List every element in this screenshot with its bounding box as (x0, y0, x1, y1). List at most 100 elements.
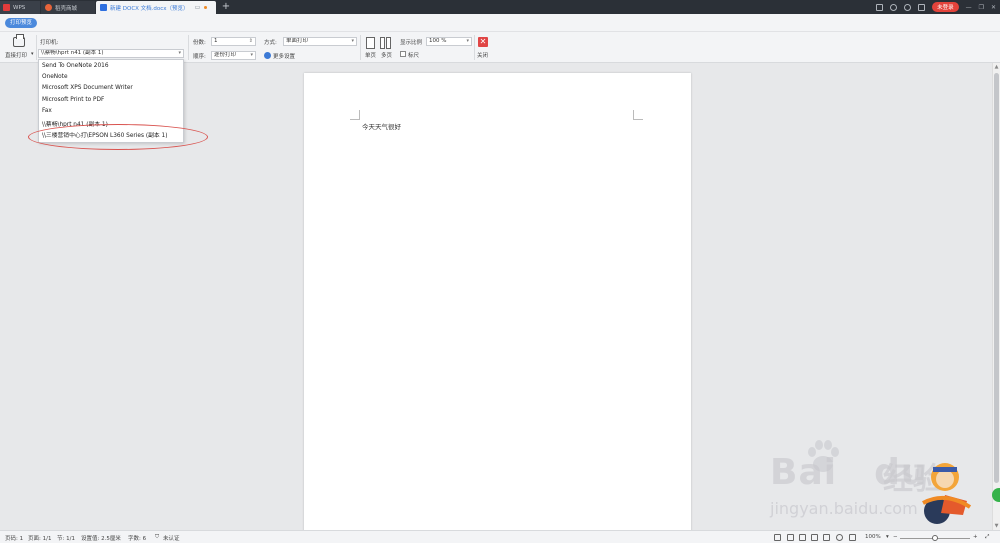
status-bar: 页码: 1 页面: 1/1 节: 1/1 设置值: 2.5厘米 字数: 6 ⛉ … (0, 530, 1000, 543)
tab-print-preview[interactable]: 打印预览 (5, 18, 38, 28)
new-tab-button[interactable]: + (220, 1, 232, 13)
multi-page-icon[interactable] (380, 37, 385, 49)
copies-value: 1 (214, 38, 218, 44)
divider (474, 35, 475, 60)
page-view-icon[interactable] (811, 534, 818, 541)
printer-label: 打印机: (40, 40, 59, 46)
printer-option[interactable]: Fax (42, 108, 52, 114)
margin-corner-mark (633, 110, 643, 120)
mode-select[interactable]: 单面打印 ▾ (283, 37, 357, 46)
zoom-ratio-label: 显示比例 (400, 40, 423, 46)
fit-window-icon[interactable]: ⤢ (985, 534, 989, 541)
printer-option[interactable]: Microsoft Print to PDF (42, 97, 104, 103)
vertical-scrollbar[interactable]: ▲ ▼ (992, 63, 1000, 530)
outline-view-icon[interactable] (823, 534, 830, 541)
scroll-down-icon[interactable]: ▼ (993, 523, 1000, 529)
side-widget-icon[interactable] (992, 488, 1000, 502)
single-page-icon[interactable] (366, 37, 375, 49)
multi-page-button[interactable]: 多页 (381, 51, 392, 59)
tab-docer-store[interactable]: 稻壳商城 (41, 1, 95, 14)
chevron-down-icon: ▾ (466, 38, 469, 44)
status-pages: 页面: 1/1 (28, 536, 52, 542)
minimize-icon[interactable]: — (966, 4, 972, 11)
printer-option[interactable]: Microsoft XPS Document Writer (42, 85, 133, 91)
close-preview-icon[interactable]: ✕ (478, 37, 488, 47)
more-settings-link[interactable]: 更多设置 (273, 52, 295, 60)
printer-select[interactable]: \\蔡畅\hprt n41 (副本 1) ▾ (38, 49, 184, 58)
chevron-down-icon: ▾ (351, 38, 354, 44)
status-section: 节: 1/1 (57, 536, 75, 542)
shield-icon: ⛉ (155, 534, 160, 540)
more-settings-icon[interactable] (264, 52, 271, 59)
screen-icon[interactable]: ▭ (195, 4, 201, 11)
divider (360, 35, 361, 60)
status-auth[interactable]: 未认证 (163, 534, 180, 542)
tab-label: WPS (13, 4, 26, 11)
skin-icon[interactable] (904, 3, 912, 11)
status-zoom[interactable]: 100% (865, 534, 881, 540)
status-setting[interactable]: 设置值: 2.5厘米 (81, 534, 121, 542)
status-page: 页码: 1 (5, 536, 24, 542)
tab-wps[interactable]: WPS (0, 1, 40, 14)
annotation-ellipse (28, 124, 208, 150)
single-page-button[interactable]: 单页 (365, 51, 376, 59)
share-icon[interactable] (918, 3, 926, 11)
tab-label: 新建 DOCX 文档.docx（预览） (110, 5, 189, 12)
tab-label: 稻壳商城 (55, 5, 78, 12)
close-preview-button[interactable]: 关闭 (477, 51, 488, 59)
printer-option[interactable]: Send To OneNote 2016 (42, 63, 109, 69)
web-view-icon[interactable] (836, 534, 843, 541)
chevron-down-icon[interactable]: ▾ (31, 51, 34, 57)
fullscreen-icon[interactable] (774, 534, 781, 541)
restore-icon[interactable]: ❐ (979, 4, 984, 11)
zoom-out-icon[interactable]: − (893, 534, 898, 540)
order-select[interactable]: 逐份打印 ▾ (211, 51, 256, 60)
zoom-slider-knob[interactable] (932, 535, 938, 541)
mode-label: 方式: (264, 40, 277, 46)
zoom-in-icon[interactable]: + (973, 534, 978, 540)
pen-icon[interactable] (799, 534, 806, 541)
order-label: 顺序: (193, 54, 206, 60)
multi-page-icon (386, 37, 391, 49)
read-mode-icon[interactable] (787, 534, 794, 541)
ruler-label: 标尺 (408, 53, 420, 59)
login-button[interactable]: 未登录 (932, 2, 959, 12)
printer-select-value: \\蔡畅\hprt n41 (副本 1) (41, 50, 104, 56)
close-window-icon[interactable]: ✕ (991, 4, 996, 11)
divider (36, 35, 37, 60)
chevron-down-icon: ▾ (250, 52, 253, 58)
margin-corner-mark (350, 110, 360, 120)
status-words[interactable]: 字数: 6 (128, 534, 146, 542)
writer-doc-icon (100, 4, 107, 11)
document-text: 今天天气很好 (362, 123, 401, 131)
ruler-checkbox[interactable] (400, 51, 406, 57)
direct-print-button[interactable]: 直接打印 (5, 51, 27, 59)
copies-stepper[interactable]: 1 ⇕ (211, 37, 256, 46)
wps-logo-icon (3, 4, 10, 11)
title-bar: WPS 稻壳商城 新建 DOCX 文档.docx（预览） ▭ + 未登录 — ❐… (0, 0, 1000, 14)
chevron-down-icon: ▾ (178, 50, 181, 56)
watermark-url: jingyan.baidu.com (770, 499, 918, 518)
unsaved-dot-icon (204, 6, 208, 9)
ribbon-tabs: 打印预览 (0, 14, 1000, 32)
scroll-up-icon[interactable]: ▲ (993, 64, 1000, 70)
layout-icon[interactable] (876, 3, 884, 11)
settings-icon[interactable] (890, 3, 898, 11)
zoom-dropdown-icon[interactable]: ▾ (886, 534, 889, 540)
scroll-thumb[interactable] (994, 73, 999, 483)
eye-protect-icon[interactable] (849, 534, 856, 541)
cartoon-badge-icon (922, 463, 972, 524)
divider (188, 35, 189, 60)
mode-value: 单面打印 (286, 38, 309, 44)
stepper-arrows-icon[interactable]: ⇕ (249, 38, 253, 45)
tab-document[interactable]: 新建 DOCX 文档.docx（预览） ▭ (96, 1, 216, 14)
document-page[interactable] (304, 73, 691, 533)
zoom-ratio-value: 100 % (429, 38, 447, 44)
copies-label: 份数: (193, 40, 206, 46)
docer-logo-icon (45, 4, 52, 11)
zoom-ratio-select[interactable]: 100 % ▾ (426, 37, 472, 46)
window-controls: 未登录 — ❐ ✕ (876, 2, 996, 12)
printer-icon[interactable] (13, 34, 25, 47)
order-value: 逐份打印 (214, 52, 237, 58)
printer-option[interactable]: OneNote (42, 74, 68, 80)
